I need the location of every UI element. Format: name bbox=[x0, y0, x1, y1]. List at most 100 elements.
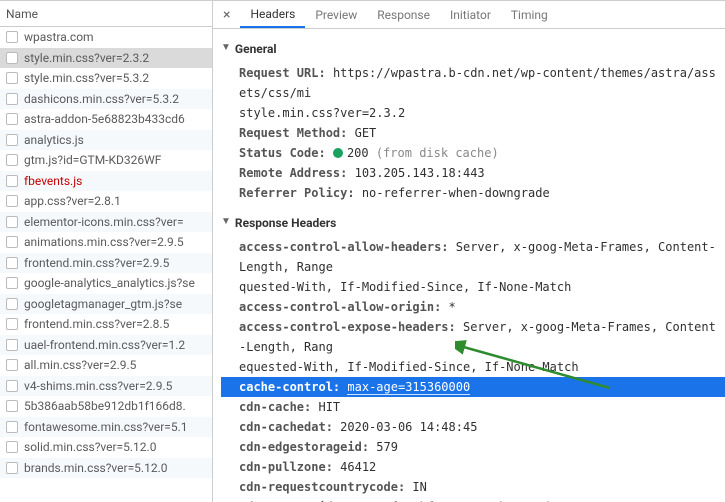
file-row[interactable]: all.min.css?ver=2.9.5 bbox=[0, 355, 212, 376]
request-url-value2: style.min.css?ver=2.3.2 bbox=[239, 106, 405, 120]
file-name: google-analytics_analytics.js?se bbox=[24, 276, 195, 290]
request-method-key: Request Method: bbox=[239, 126, 347, 140]
file-name: analytics.js bbox=[24, 133, 84, 147]
file-icon bbox=[6, 216, 18, 228]
request-method-row: Request Method: GET bbox=[221, 123, 725, 143]
file-name: fontawesome.min.css?ver=5.1 bbox=[24, 420, 188, 434]
file-row[interactable]: solid.min.css?ver=5.12.0 bbox=[0, 437, 212, 458]
request-method-value: GET bbox=[355, 126, 377, 140]
file-name: dashicons.min.css?ver=5.3.2 bbox=[24, 92, 179, 106]
tab-response[interactable]: Response bbox=[367, 1, 440, 28]
file-row[interactable]: style.min.css?ver=2.3.2 bbox=[0, 48, 212, 69]
tab-preview[interactable]: Preview bbox=[305, 1, 367, 28]
collapse-icon: ▼ bbox=[221, 212, 231, 232]
response-headers-section-header[interactable]: ▼ Response Headers bbox=[221, 213, 725, 233]
close-icon[interactable]: × bbox=[219, 7, 240, 23]
tab-timing[interactable]: Timing bbox=[501, 1, 558, 28]
file-row[interactable]: frontend.min.css?ver=2.9.5 bbox=[0, 253, 212, 274]
file-row[interactable]: style.min.css?ver=5.3.2 bbox=[0, 68, 212, 89]
tab-headers[interactable]: Headers bbox=[240, 1, 305, 28]
response-headers-title: Response Headers bbox=[235, 213, 336, 233]
file-name: astra-addon-5e68823b433cd6 bbox=[24, 112, 185, 126]
referrer-policy-value: no-referrer-when-downgrade bbox=[362, 186, 550, 200]
status-code-row: Status Code: 200 (from disk cache) bbox=[221, 143, 725, 163]
file-icon bbox=[6, 236, 18, 248]
acao-key: access-control-allow-origin: bbox=[239, 300, 441, 314]
file-icon bbox=[6, 277, 18, 289]
file-row[interactable]: google-analytics_analytics.js?se bbox=[0, 273, 212, 294]
aceh-row2: equested-With, If-Modified-Since, If-Non… bbox=[221, 357, 725, 377]
remote-address-key: Remote Address: bbox=[239, 166, 347, 180]
cache-control-key: cache-control: bbox=[239, 380, 340, 394]
general-section-header[interactable]: ▼ General bbox=[221, 39, 725, 59]
file-icon bbox=[6, 52, 18, 64]
file-icon bbox=[6, 31, 18, 43]
cdn-requestid-row: cdn-requestid: 7a2e56f909bf1a0530584b911… bbox=[221, 497, 725, 502]
cache-control-row-highlighted: cache-control: max-age=315360000 bbox=[221, 377, 725, 397]
file-icon bbox=[6, 359, 18, 371]
cdn-cachedat-value: 2020-03-06 14:48:45 bbox=[340, 420, 477, 434]
details-tab-bar: × HeadersPreviewResponseInitiatorTiming bbox=[213, 1, 725, 29]
tabs-container: HeadersPreviewResponseInitiatorTiming bbox=[240, 1, 557, 28]
cdn-cache-value: HIT bbox=[318, 400, 340, 414]
file-row[interactable]: fbevents.js bbox=[0, 171, 212, 192]
file-icon bbox=[6, 462, 18, 474]
file-name: frontend.min.css?ver=2.9.5 bbox=[24, 256, 169, 270]
cdn-edgestorageid-key: cdn-edgestorageid: bbox=[239, 440, 369, 454]
cdn-cache-row: cdn-cache: HIT bbox=[221, 397, 725, 417]
file-name: animations.min.css?ver=2.9.5 bbox=[24, 235, 184, 249]
file-icon bbox=[6, 441, 18, 453]
remote-address-row: Remote Address: 103.205.143.18:443 bbox=[221, 163, 725, 183]
file-row[interactable]: wpastra.com bbox=[0, 27, 212, 48]
file-row[interactable]: astra-addon-5e68823b433cd6 bbox=[0, 109, 212, 130]
file-list: wpastra.comstyle.min.css?ver=2.3.2style.… bbox=[0, 27, 212, 502]
request-url-row2: style.min.css?ver=2.3.2 bbox=[221, 103, 725, 123]
file-icon bbox=[6, 318, 18, 330]
cache-control-value: max-age=315360000 bbox=[347, 380, 470, 395]
tab-initiator[interactable]: Initiator bbox=[440, 1, 501, 28]
file-row[interactable]: dashicons.min.css?ver=5.3.2 bbox=[0, 89, 212, 110]
cdn-cache-key: cdn-cache: bbox=[239, 400, 311, 414]
file-name: app.css?ver=2.8.1 bbox=[24, 194, 121, 208]
file-icon bbox=[6, 400, 18, 412]
file-row[interactable]: frontend.min.css?ver=2.8.5 bbox=[0, 314, 212, 335]
file-icon bbox=[6, 72, 18, 84]
acao-row: access-control-allow-origin: * bbox=[221, 297, 725, 317]
file-row[interactable]: brands.min.css?ver=5.12.0 bbox=[0, 458, 212, 479]
network-file-panel: Name wpastra.comstyle.min.css?ver=2.3.2s… bbox=[0, 1, 213, 502]
file-name: gtm.js?id=GTM-KD326WF bbox=[24, 153, 161, 167]
file-name: brands.min.css?ver=5.12.0 bbox=[24, 461, 167, 475]
file-icon bbox=[6, 134, 18, 146]
file-row[interactable]: elementor-icons.min.css?ver= bbox=[0, 212, 212, 233]
file-row[interactable]: gtm.js?id=GTM-KD326WF bbox=[0, 150, 212, 171]
file-name: solid.min.css?ver=5.12.0 bbox=[24, 440, 156, 454]
file-row[interactable]: 5b386aab58be912db1f166d8. bbox=[0, 396, 212, 417]
status-code-value: 200 bbox=[347, 146, 369, 160]
file-row[interactable]: uael-frontend.min.css?ver=1.2 bbox=[0, 335, 212, 356]
file-icon bbox=[6, 421, 18, 433]
cdn-edgestorageid-row: cdn-edgestorageid: 579 bbox=[221, 437, 725, 457]
file-name: all.min.css?ver=2.9.5 bbox=[24, 358, 136, 372]
file-name: 5b386aab58be912db1f166d8. bbox=[24, 399, 186, 413]
name-column-header[interactable]: Name bbox=[0, 1, 212, 27]
file-row[interactable]: analytics.js bbox=[0, 130, 212, 151]
cdn-requestcountrycode-key: cdn-requestcountrycode: bbox=[239, 480, 405, 494]
acah-row: access-control-allow-headers: Server, x-… bbox=[221, 237, 725, 277]
acah-row2: quested-With, If-Modified-Since, If-None… bbox=[221, 277, 725, 297]
file-name: uael-frontend.min.css?ver=1.2 bbox=[24, 338, 185, 352]
cdn-edgestorageid-value: 579 bbox=[376, 440, 398, 454]
file-name: googletagmanager_gtm.js?se bbox=[24, 297, 182, 311]
referrer-policy-row: Referrer Policy: no-referrer-when-downgr… bbox=[221, 183, 725, 203]
collapse-icon: ▼ bbox=[221, 38, 231, 58]
name-column-label: Name bbox=[6, 7, 38, 21]
acah-key: access-control-allow-headers: bbox=[239, 240, 449, 254]
cdn-requestcountrycode-row: cdn-requestcountrycode: IN bbox=[221, 477, 725, 497]
file-row[interactable]: app.css?ver=2.8.1 bbox=[0, 191, 212, 212]
file-name: fbevents.js bbox=[24, 174, 82, 188]
file-row[interactable]: animations.min.css?ver=2.9.5 bbox=[0, 232, 212, 253]
status-code-extra: (from disk cache) bbox=[376, 146, 499, 160]
file-row[interactable]: googletagmanager_gtm.js?se bbox=[0, 294, 212, 315]
file-row[interactable]: v4-shims.min.css?ver=2.9.5 bbox=[0, 376, 212, 397]
file-row[interactable]: fontawesome.min.css?ver=5.1 bbox=[0, 417, 212, 438]
cdn-pullzone-value: 46412 bbox=[340, 460, 376, 474]
